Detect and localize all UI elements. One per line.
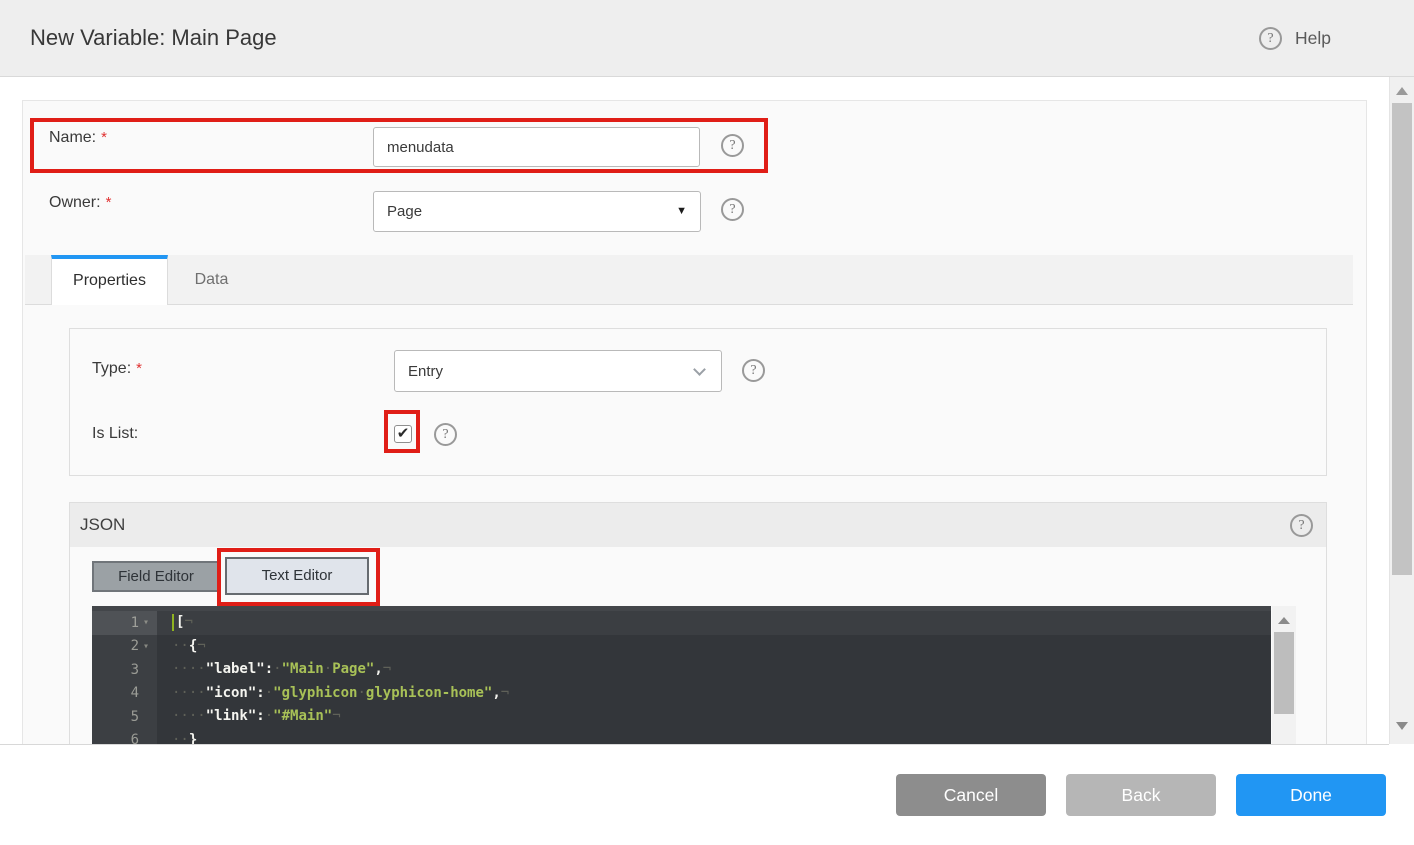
islist-label-text: Is List: bbox=[92, 425, 139, 442]
page-scrollbar-thumb[interactable] bbox=[1392, 103, 1412, 575]
help-icon: ? bbox=[1259, 27, 1282, 50]
owner-select-value: Page bbox=[387, 203, 423, 220]
whitespace-marker: · bbox=[273, 661, 282, 677]
code-token: "icon": bbox=[205, 684, 265, 701]
properties-panel: Type: * Entry ? Is List: ✔ ? bbox=[69, 328, 1327, 476]
json-help-icon[interactable]: ? bbox=[1290, 514, 1313, 537]
field-editor-button[interactable]: Field Editor bbox=[92, 561, 220, 592]
editor-scrollbar-thumb[interactable] bbox=[1274, 632, 1294, 714]
whitespace-marker: · bbox=[323, 661, 333, 677]
page-title: New Variable: Main Page bbox=[30, 25, 277, 50]
whitespace-marker: · bbox=[357, 684, 366, 701]
tab-properties[interactable]: Properties bbox=[51, 255, 168, 305]
name-label: Name: * bbox=[49, 128, 107, 148]
question-mark-glyph: ? bbox=[1298, 517, 1305, 533]
code-string-token: Page" bbox=[332, 661, 375, 677]
whitespace-marker: ···· bbox=[172, 708, 206, 724]
owner-select[interactable]: Page ▼ bbox=[373, 191, 701, 232]
scrollbar-down-icon[interactable] bbox=[1396, 722, 1408, 730]
question-mark-glyph: ? bbox=[729, 137, 736, 153]
editor-scrollbar[interactable] bbox=[1272, 606, 1296, 745]
editor-code-lines: [¬ ··{¬ ····"label":·"Main·Page",¬ ····"ico… bbox=[92, 611, 1271, 745]
whitespace-marker: ¬ bbox=[500, 684, 510, 701]
text-editor-button[interactable]: Text Editor bbox=[225, 557, 369, 595]
tab-data[interactable]: Data bbox=[168, 255, 255, 305]
json-title: JSON bbox=[80, 515, 126, 534]
question-mark-glyph: ? bbox=[1267, 30, 1274, 46]
code-token: } bbox=[188, 731, 198, 746]
whitespace-marker: ¬ bbox=[382, 661, 392, 677]
code-line: ····"label":·"Main·Page",¬ bbox=[92, 658, 1271, 682]
whitespace-marker: ···· bbox=[172, 661, 206, 677]
owner-label: Owner: * bbox=[49, 193, 111, 213]
code-string-token: "glyphicon bbox=[273, 684, 358, 701]
text-cursor bbox=[172, 613, 174, 631]
code-line: ··} bbox=[92, 729, 1271, 746]
question-mark-glyph: ? bbox=[442, 426, 449, 442]
json-section: JSON ? Field Editor Text Editor 1▾2▾3▾4▾… bbox=[69, 502, 1327, 745]
whitespace-marker: · bbox=[264, 684, 274, 701]
code-token: , bbox=[374, 661, 383, 677]
type-label-text: Type: bbox=[92, 360, 132, 377]
type-label: Type: * bbox=[92, 359, 142, 379]
help-button[interactable]: ? Help bbox=[1259, 27, 1331, 50]
question-mark-glyph: ? bbox=[729, 201, 736, 217]
scrollbar-up-icon[interactable] bbox=[1396, 87, 1408, 95]
whitespace-marker: ·· bbox=[172, 731, 189, 746]
required-asterisk: * bbox=[105, 194, 112, 211]
code-string-token: glyphicon-home" bbox=[365, 684, 493, 701]
code-token: "link": bbox=[205, 708, 265, 724]
name-help-icon[interactable]: ? bbox=[721, 134, 744, 157]
back-button[interactable]: Back bbox=[1066, 774, 1216, 816]
json-section-header: JSON bbox=[70, 503, 1326, 547]
code-line: ····"link":·"#Main"¬ bbox=[92, 705, 1271, 729]
required-asterisk: * bbox=[136, 360, 142, 377]
done-button[interactable]: Done bbox=[1236, 774, 1386, 816]
code-string-token: "Main bbox=[281, 661, 324, 677]
code-string-token: "#Main" bbox=[273, 708, 333, 724]
type-help-icon[interactable]: ? bbox=[742, 359, 765, 382]
type-select[interactable]: Entry bbox=[394, 350, 722, 392]
help-label: Help bbox=[1295, 28, 1331, 48]
code-line: ··{¬ bbox=[92, 635, 1271, 659]
cancel-button[interactable]: Cancel bbox=[896, 774, 1046, 816]
editor-scroll-up-icon[interactable] bbox=[1278, 617, 1290, 624]
owner-help-icon[interactable]: ? bbox=[721, 198, 744, 221]
type-chevron-down-icon bbox=[693, 363, 706, 376]
tab-bar: Properties Data bbox=[25, 255, 1353, 305]
question-mark-glyph: ? bbox=[750, 362, 757, 378]
name-input[interactable] bbox=[373, 127, 700, 167]
json-code-editor[interactable]: 1▾2▾3▾4▾5▾6▾ [¬··{¬····"label":·"Main·Pa… bbox=[92, 606, 1271, 745]
code-token: "label": bbox=[205, 661, 274, 677]
dialog-footer: Cancel Back Done bbox=[0, 745, 1414, 845]
required-asterisk: * bbox=[101, 129, 107, 146]
owner-label-text: Owner: bbox=[49, 194, 101, 211]
code-line: ····"icon":·"glyphicon·glyphicon-home",¬ bbox=[92, 682, 1271, 706]
whitespace-marker: ¬ bbox=[197, 637, 206, 654]
whitespace-marker: ¬ bbox=[332, 708, 341, 724]
islist-checkbox[interactable]: ✔ bbox=[394, 425, 412, 443]
code-line: [¬ bbox=[92, 611, 1271, 635]
page-scrollbar[interactable] bbox=[1389, 77, 1414, 744]
checkmark-icon: ✔ bbox=[396, 424, 410, 442]
whitespace-marker: ¬ bbox=[184, 614, 193, 630]
whitespace-marker: ···· bbox=[172, 684, 206, 701]
dialog-header: New Variable: Main Page ? Help bbox=[0, 0, 1414, 77]
whitespace-marker: ·· bbox=[172, 637, 189, 654]
name-label-text: Name: bbox=[49, 129, 97, 146]
type-select-value: Entry bbox=[408, 362, 444, 380]
new-variable-dialog: New Variable: Main Page ? Help Name:* ? … bbox=[0, 0, 1414, 845]
owner-dropdown-arrow-icon: ▼ bbox=[676, 204, 687, 217]
code-token: , bbox=[492, 684, 501, 701]
islist-help-icon[interactable]: ? bbox=[434, 423, 457, 446]
dialog-body-card: Name:* ? Owner:* Page ▼ ? Properties Dat… bbox=[22, 100, 1367, 745]
islist-label: Is List: bbox=[92, 424, 138, 444]
whitespace-marker: · bbox=[264, 708, 274, 724]
